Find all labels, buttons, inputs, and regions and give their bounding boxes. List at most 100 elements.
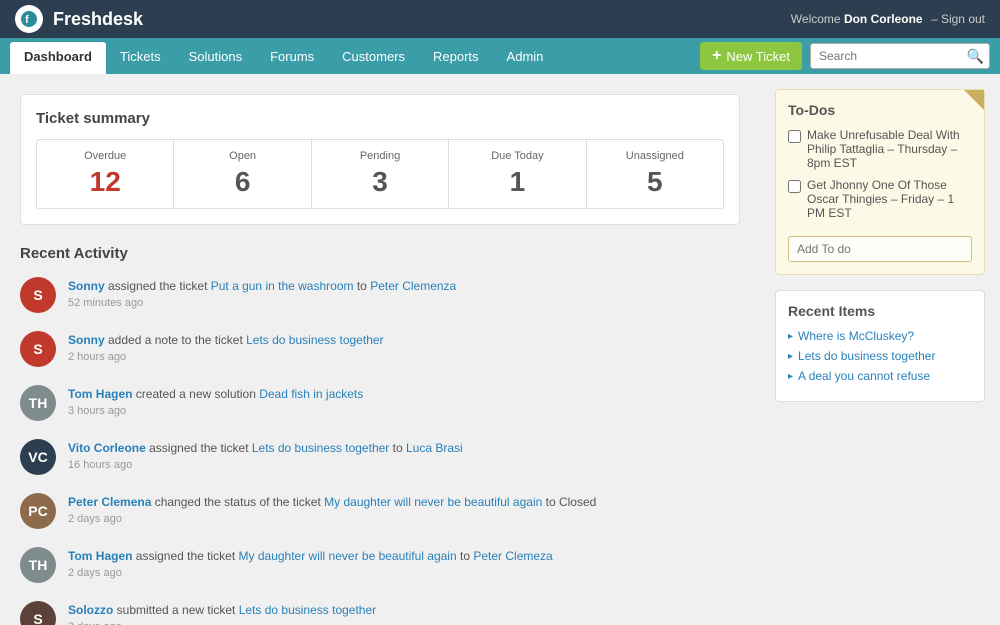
welcome-label: Welcome (791, 12, 841, 26)
activity-ticket-link[interactable]: Put a gun in the washroom (211, 279, 354, 293)
activity-actor-link[interactable]: Sonny (68, 279, 105, 293)
summary-stats: Overdue 12 Open 6 Pending 3 Due Today 1 … (36, 139, 724, 209)
ticket-summary-title: Ticket summary (36, 110, 724, 127)
header-left: f Freshdesk (15, 5, 143, 33)
sidebar: To-Dos Make Unrefusable Deal With Philip… (760, 74, 1000, 625)
search-wrapper: 🔍 (810, 43, 990, 69)
activity-item: VC Vito Corleone assigned the ticket Lets… (20, 439, 740, 475)
avatar: TH (20, 547, 56, 583)
recent-items-title: Recent Items (788, 303, 972, 319)
activity-text: Tom Hagen created a new solution Dead fi… (68, 385, 740, 403)
activity-item: S Solozzo submitted a new ticket Lets do … (20, 601, 740, 625)
header-user-info: Welcome Don Corleone – Sign out (791, 12, 985, 26)
activity-actor-link[interactable]: Vito Corleone (68, 441, 146, 455)
recent-items-panel: Recent Items Where is McCluskey? Lets do … (775, 290, 985, 402)
stat-overdue-label: Overdue (47, 150, 163, 162)
activity-ticket-link[interactable]: My daughter will never be beautiful agai… (239, 549, 457, 563)
avatar: S (20, 601, 56, 625)
stat-pending-value: 3 (322, 166, 438, 198)
activity-item: S Sonny added a note to the ticket Lets d… (20, 331, 740, 367)
stat-open: Open 6 (174, 140, 311, 208)
avatar: S (20, 277, 56, 313)
stat-due-today: Due Today 1 (449, 140, 586, 208)
todos-title: To-Dos (788, 102, 972, 118)
activity-ticket-link[interactable]: My daughter will never be beautiful agai… (324, 495, 542, 509)
activity-item: THTom Hagen created a new solution Dead … (20, 385, 740, 421)
nav-customers[interactable]: Customers (328, 38, 419, 74)
activity-actor-link[interactable]: Tom Hagen (68, 549, 132, 563)
activity-person-link[interactable]: Peter Clemenza (370, 279, 456, 293)
nav-dashboard[interactable]: Dashboard (10, 42, 106, 74)
activity-person-link[interactable]: Peter Clemeza (473, 549, 552, 563)
sign-out-link[interactable]: – Sign out (931, 12, 985, 26)
stat-pending: Pending 3 (312, 140, 449, 208)
activity-content: Solozzo submitted a new ticket Lets do b… (68, 601, 740, 625)
search-icon: 🔍 (967, 48, 984, 65)
activity-text: Sonny assigned the ticket Put a gun in t… (68, 277, 740, 295)
activity-content: Vito Corleone assigned the ticket Lets d… (68, 439, 740, 471)
main-nav: Dashboard Tickets Solutions Forums Custo… (0, 38, 1000, 74)
nav-solutions[interactable]: Solutions (175, 38, 256, 74)
stat-overdue: Overdue 12 (37, 140, 174, 208)
activity-timestamp: 3 hours ago (68, 405, 740, 417)
avatar: VC (20, 439, 56, 475)
activity-ticket-link[interactable]: Lets do business together (239, 603, 376, 617)
activity-actor-link[interactable]: Solozzo (68, 603, 113, 617)
nav-tickets[interactable]: Tickets (106, 38, 175, 74)
stat-due-today-value: 1 (459, 166, 575, 198)
activity-text: Vito Corleone assigned the ticket Lets d… (68, 439, 740, 457)
activity-text: Peter Clemena changed the status of the … (68, 493, 740, 511)
nav-admin[interactable]: Admin (493, 38, 558, 74)
main-panel: Ticket summary Overdue 12 Open 6 Pending… (0, 74, 760, 625)
activity-ticket-link[interactable]: Lets do business together (252, 441, 389, 455)
activity-timestamp: 2 days ago (68, 513, 740, 525)
avatar: PC (20, 493, 56, 529)
activity-ticket-link[interactable]: Dead fish in jackets (259, 387, 363, 401)
content-area: Ticket summary Overdue 12 Open 6 Pending… (0, 74, 1000, 625)
todos-panel: To-Dos Make Unrefusable Deal With Philip… (775, 89, 985, 275)
activity-text: Sonny added a note to the ticket Lets do… (68, 331, 740, 349)
activity-content: Sonny added a note to the ticket Lets do… (68, 331, 740, 363)
stat-unassigned-value: 5 (597, 166, 713, 198)
recent-activity-title: Recent Activity (20, 245, 740, 262)
recent-item-link[interactable]: A deal you cannot refuse (788, 369, 972, 383)
activity-timestamp: 2 days ago (68, 567, 740, 579)
recent-item-link[interactable]: Lets do business together (788, 349, 972, 363)
new-ticket-button[interactable]: New Ticket (700, 42, 802, 70)
activity-content: Tom Hagen created a new solution Dead fi… (68, 385, 740, 417)
activity-content: Tom Hagen assigned the ticket My daughte… (68, 547, 740, 579)
nav-forums[interactable]: Forums (256, 38, 328, 74)
todo-text: Make Unrefusable Deal With Philip Tattag… (807, 128, 972, 170)
activity-item: S Sonny assigned the ticket Put a gun in … (20, 277, 740, 313)
activity-ticket-link[interactable]: Lets do business together (246, 333, 383, 347)
avatar: S (20, 331, 56, 367)
stat-open-value: 6 (184, 166, 300, 198)
nav-reports[interactable]: Reports (419, 38, 493, 74)
activity-actor-link[interactable]: Peter Clemena (68, 495, 151, 509)
activity-actor-link[interactable]: Sonny (68, 333, 105, 347)
stat-unassigned: Unassigned 5 (587, 140, 723, 208)
stat-pending-label: Pending (322, 150, 438, 162)
activity-content: Peter Clemena changed the status of the … (68, 493, 740, 525)
ticket-summary-panel: Ticket summary Overdue 12 Open 6 Pending… (20, 94, 740, 225)
activity-list: S Sonny assigned the ticket Put a gun in … (20, 277, 740, 625)
todo-checkbox[interactable] (788, 130, 801, 143)
activity-timestamp: 2 days ago (68, 621, 740, 625)
stat-unassigned-label: Unassigned (597, 150, 713, 162)
search-input[interactable] (810, 43, 990, 69)
activity-person-link[interactable]: Luca Brasi (406, 441, 463, 455)
activity-actor-link[interactable]: Tom Hagen (68, 387, 132, 401)
add-todo-input[interactable] (788, 236, 972, 262)
svg-text:f: f (25, 14, 29, 26)
todo-checkbox[interactable] (788, 180, 801, 193)
app-title: Freshdesk (53, 9, 143, 30)
todo-list: Make Unrefusable Deal With Philip Tattag… (788, 128, 972, 220)
stat-open-label: Open (184, 150, 300, 162)
app-header: f Freshdesk Welcome Don Corleone – Sign … (0, 0, 1000, 38)
recent-item-link[interactable]: Where is McCluskey? (788, 329, 972, 343)
nav-right: New Ticket 🔍 (700, 38, 990, 74)
activity-item: TH Tom Hagen assigned the ticket My daugh… (20, 547, 740, 583)
todo-text: Get Jhonny One Of Those Oscar Thingies –… (807, 178, 972, 220)
stat-overdue-value: 12 (47, 166, 163, 198)
activity-timestamp: 16 hours ago (68, 459, 740, 471)
